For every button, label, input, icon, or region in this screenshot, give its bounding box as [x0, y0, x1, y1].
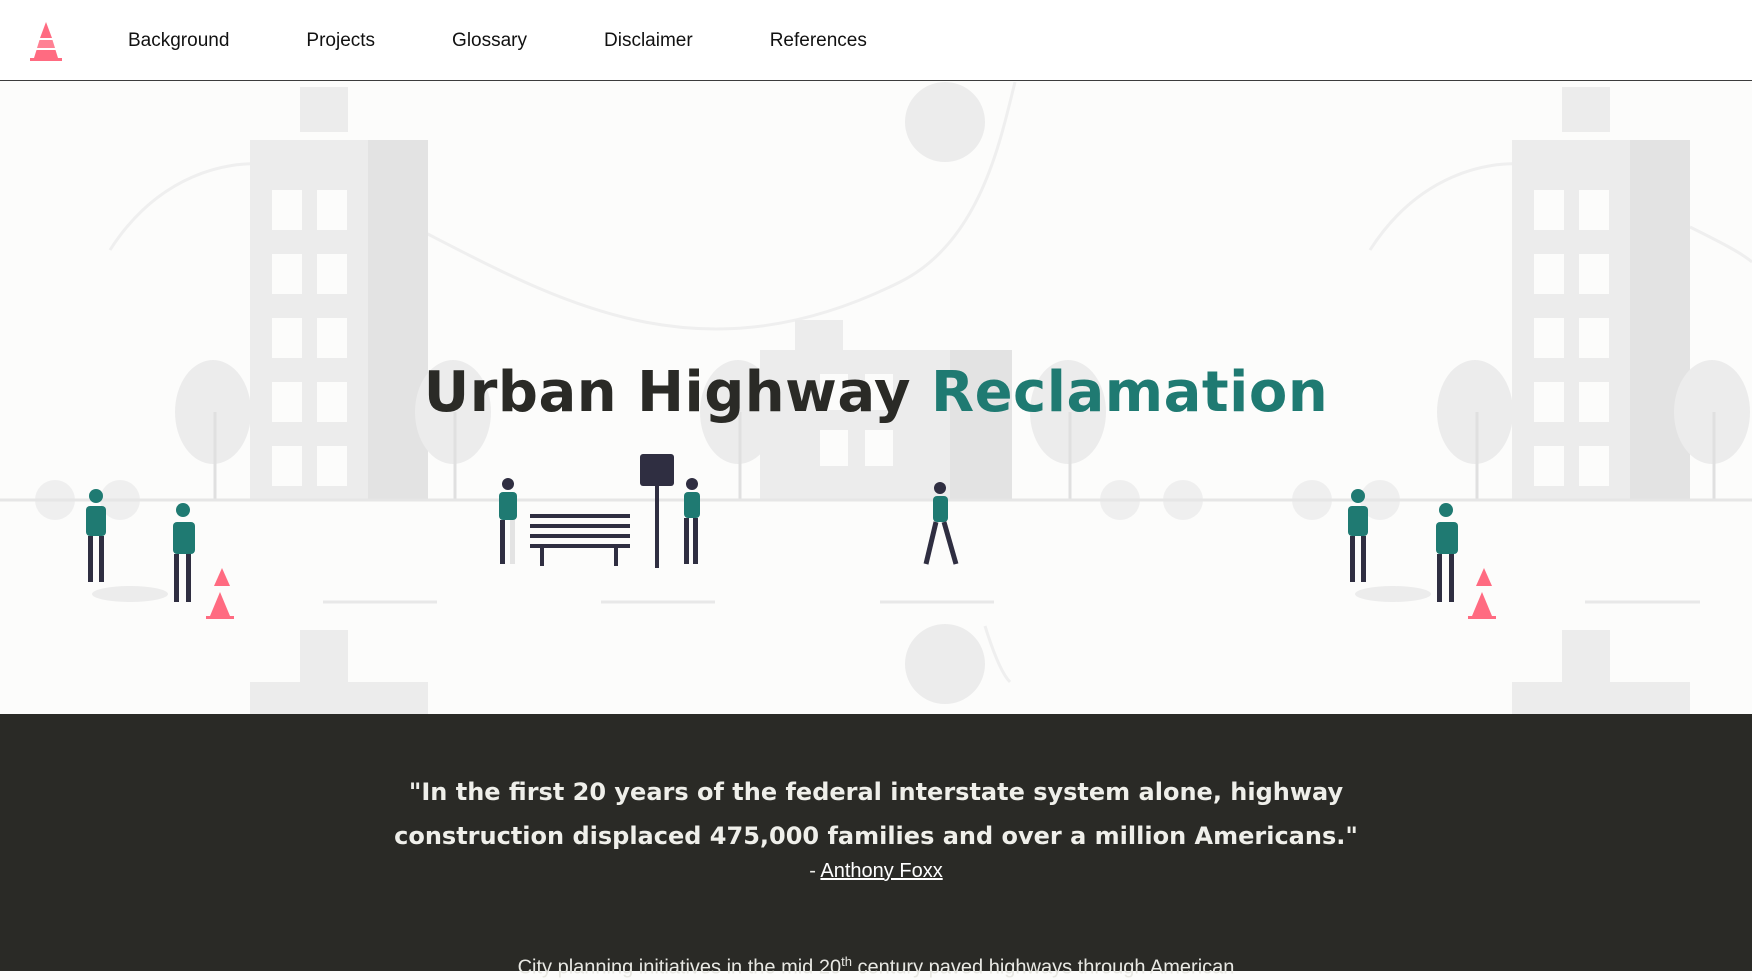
- main-nav: Background Projects Glossary Disclaimer …: [128, 0, 944, 81]
- intro-paragraph: City planning initiatives in the mid 20t…: [0, 954, 1752, 980]
- intro-text-end: century paved highways through American: [851, 956, 1235, 979]
- quote-text: "In the first 20 years of the federal in…: [394, 778, 1358, 850]
- nav-link-background[interactable]: Background: [128, 30, 229, 52]
- nav-link-projects[interactable]: Projects: [306, 30, 375, 52]
- hero-title: Urban Highway Reclamation: [0, 360, 1752, 425]
- nav-link-references[interactable]: References: [770, 30, 867, 52]
- intro-superscript: th: [841, 954, 852, 969]
- hero-section: Urban Highway Reclamation: [0, 82, 1752, 714]
- top-navbar: Background Projects Glossary Disclaimer …: [0, 0, 1752, 81]
- author-link[interactable]: Anthony Foxx: [820, 860, 942, 882]
- traffic-cone-icon[interactable]: [24, 18, 68, 62]
- hero-title-main: Urban Highway: [423, 360, 911, 425]
- attribution-prefix: -: [809, 860, 821, 882]
- hero-title-accent: Reclamation: [930, 360, 1329, 425]
- quote-section: "In the first 20 years of the federal in…: [0, 714, 1752, 979]
- quote-attribution: - Anthony Foxx: [0, 860, 1752, 883]
- nav-link-disclaimer[interactable]: Disclaimer: [604, 30, 693, 52]
- intro-text-start: City planning initiatives in the mid 20: [517, 956, 842, 979]
- nav-link-glossary[interactable]: Glossary: [452, 30, 527, 52]
